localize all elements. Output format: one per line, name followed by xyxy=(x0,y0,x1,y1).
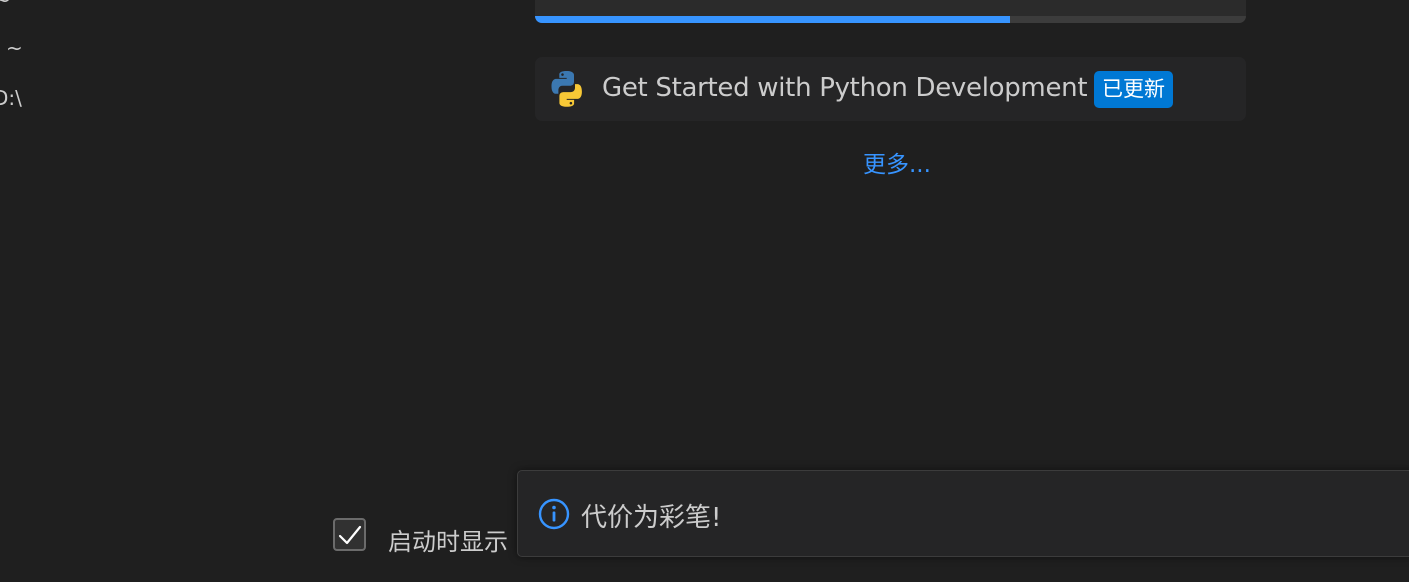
checkmark-icon xyxy=(338,525,362,545)
show-on-startup-label: 启动时显示 xyxy=(388,528,508,556)
welcome-page: ~ ~ D:\ Get Started with Python Developm… xyxy=(0,0,1409,582)
python-logo-icon xyxy=(551,71,582,107)
info-icon xyxy=(538,498,570,530)
walkthrough-progress-fill xyxy=(535,16,1010,23)
recent-item[interactable]: ~ xyxy=(6,36,23,60)
walkthrough-card[interactable] xyxy=(535,0,1246,23)
notification-message: 代价为彩笔! xyxy=(581,503,722,533)
walkthrough-card-python[interactable]: Get Started with Python Development 已更新 xyxy=(535,57,1246,121)
updated-badge: 已更新 xyxy=(1094,71,1173,108)
recent-item[interactable]: ~ xyxy=(0,0,11,12)
walkthrough-title: Get Started with Python Development xyxy=(602,73,1088,103)
recent-list: ~ ~ D:\ xyxy=(0,0,60,120)
show-on-startup-checkbox[interactable] xyxy=(333,518,366,551)
notification-toast[interactable]: 代价为彩笔! xyxy=(517,470,1409,557)
walkthrough-progress-bar xyxy=(535,16,1246,23)
recent-item[interactable]: D:\ xyxy=(0,86,22,110)
more-walkthroughs-link[interactable]: 更多... xyxy=(863,145,931,179)
